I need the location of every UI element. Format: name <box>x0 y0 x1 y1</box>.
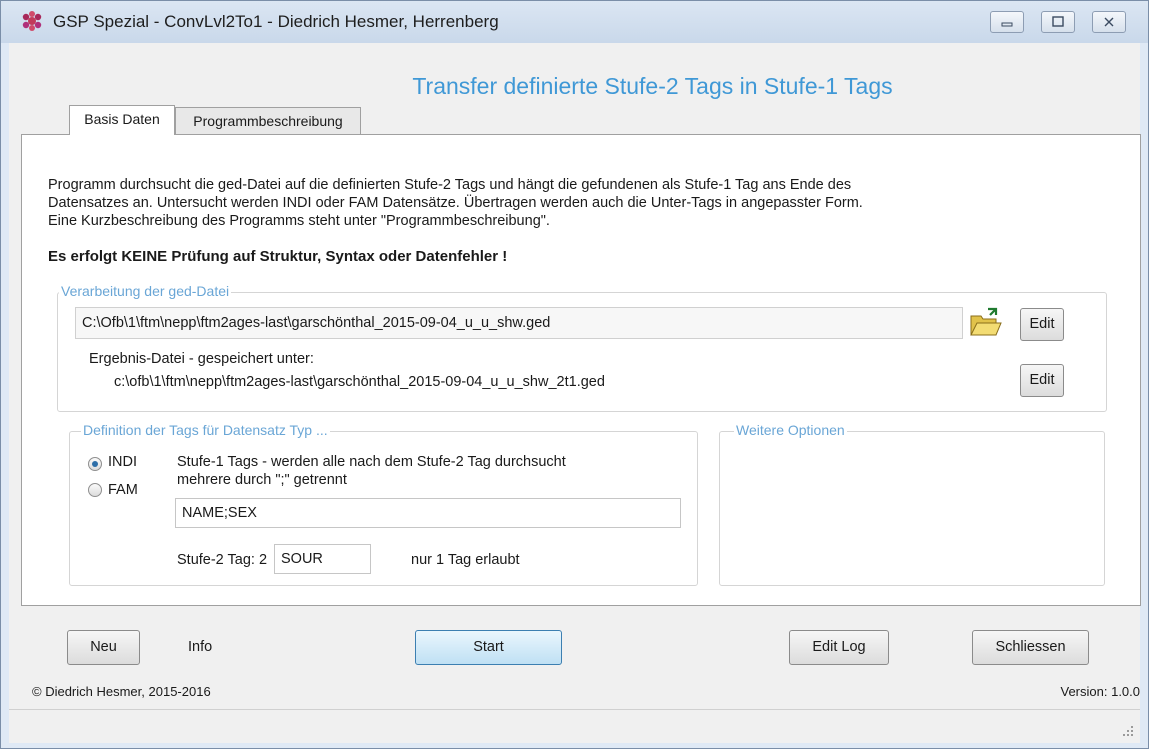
tab-programmbeschreibung[interactable]: Programmbeschreibung <box>175 107 361 135</box>
description-line-1: Programm durchsucht die ged-Datei auf di… <box>48 177 852 193</box>
radio-indi-label[interactable]: INDI <box>108 454 137 470</box>
window-title: GSP Spezial - ConvLvl2To1 - Diedrich Hes… <box>53 12 499 31</box>
open-folder-icon[interactable] <box>968 307 1002 339</box>
edit-input-button[interactable]: Edit <box>1020 308 1064 341</box>
resize-grip-icon[interactable] <box>1122 725 1134 737</box>
status-bar <box>9 709 1140 743</box>
start-button[interactable]: Start <box>415 630 562 665</box>
description-line-2: Datensatzes an. Untersucht werden INDI o… <box>48 195 863 211</box>
app-icon <box>22 11 42 31</box>
minimize-icon <box>1001 22 1013 27</box>
maximize-button[interactable] <box>1041 11 1075 33</box>
description-line-3: Eine Kurzbeschreibung des Programms steh… <box>48 213 550 229</box>
input-file-path[interactable]: C:\Ofb\1\ftm\nepp\ftm2ages-last\garschön… <box>75 307 963 339</box>
options-legend: Weitere Optionen <box>734 422 847 438</box>
level1-tags-input[interactable]: NAME;SEX <box>175 498 681 528</box>
page-heading: Transfer definierte Stufe-2 Tags in Stuf… <box>9 73 1140 100</box>
info-label[interactable]: Info <box>188 639 212 655</box>
close-window-button[interactable] <box>1092 11 1126 33</box>
level2-tag-input[interactable]: SOUR <box>274 544 371 574</box>
close-icon <box>1104 17 1114 27</box>
radio-indi[interactable] <box>88 457 102 471</box>
level2-label: Stufe-2 Tag: 2 <box>177 552 268 568</box>
new-button[interactable]: Neu <box>67 630 140 665</box>
options-group <box>719 431 1105 586</box>
processing-legend: Verarbeitung der ged-Datei <box>59 283 232 299</box>
level2-hint: nur 1 Tag erlaubt <box>411 552 520 568</box>
version-text: Version: 1.0.0 <box>1060 684 1141 699</box>
result-file-label: Ergebnis-Datei - gespeichert unter: <box>89 351 314 367</box>
app-window: GSP Spezial - ConvLvl2To1 - Diedrich Hes… <box>0 0 1149 749</box>
minimize-button[interactable] <box>990 11 1024 33</box>
edit-result-button[interactable]: Edit <box>1020 364 1064 397</box>
edit-log-button[interactable]: Edit Log <box>789 630 889 665</box>
result-file-path: c:\ofb\1\ftm\nepp\ftm2ages-last\garschön… <box>114 374 605 390</box>
tab-basis-daten[interactable]: Basis Daten <box>69 105 175 135</box>
title-bar[interactable]: GSP Spezial - ConvLvl2To1 - Diedrich Hes… <box>1 1 1148 43</box>
radio-fam[interactable] <box>88 483 102 497</box>
close-button[interactable]: Schliessen <box>972 630 1089 665</box>
level1-hint: Stufe-1 Tags - werden alle nach dem Stuf… <box>177 454 566 470</box>
radio-fam-label[interactable]: FAM <box>108 482 138 498</box>
level1-separator-hint: mehrere durch ";" getrennt <box>177 472 347 488</box>
copyright-text: © Diedrich Hesmer, 2015-2016 <box>32 684 211 699</box>
maximize-icon <box>1052 16 1064 27</box>
definition-legend: Definition der Tags für Datensatz Typ ..… <box>81 422 330 438</box>
warning-text: Es erfolgt KEINE Prüfung auf Struktur, S… <box>48 248 508 265</box>
heading-text: Transfer definierte Stufe-2 Tags in Stuf… <box>412 73 893 99</box>
